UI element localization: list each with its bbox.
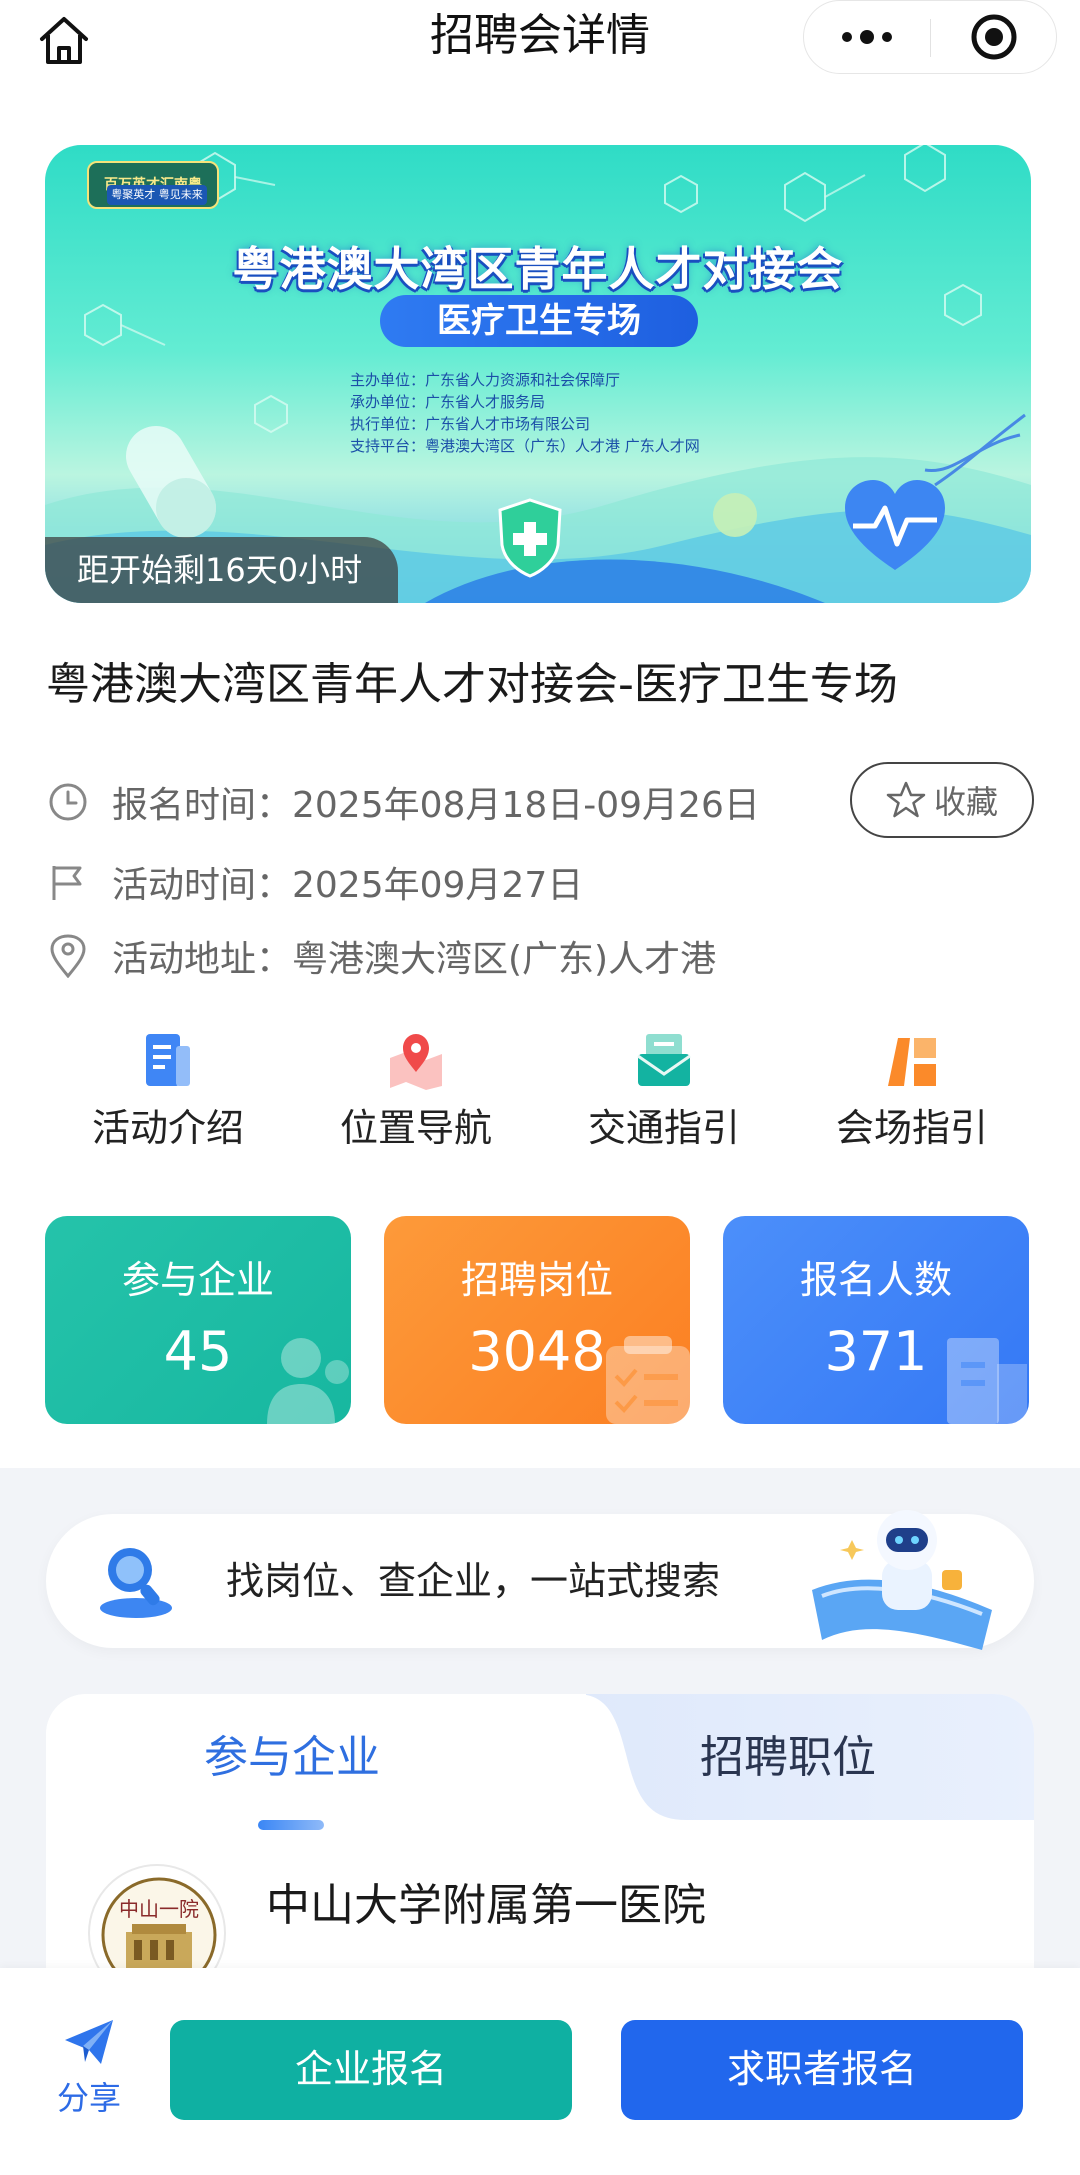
organizer-line: 支持平台：粤港澳大湾区（广东）人才港 广东人才网: [350, 437, 700, 455]
stat-label: 招聘岗位: [460, 1258, 613, 1302]
countdown-badge: 距开始剩16天0小时: [45, 537, 399, 603]
stat-label: 参与企业: [121, 1258, 274, 1302]
clipboard-icon: [606, 1336, 690, 1424]
star-icon: [886, 781, 926, 818]
quick-action-label: 活动介绍: [91, 1106, 244, 1150]
stat-card-positions[interactable]: 招聘岗位 3048: [384, 1216, 690, 1424]
registration-time: 报名时间：2025年08月18日-09月26日: [112, 785, 760, 826]
stat-card-companies[interactable]: 参与企业 45: [45, 1216, 351, 1424]
activity-time: 活动时间：2025年09月27日: [112, 865, 584, 906]
map-pin-icon: [386, 1030, 446, 1090]
address-row: 活动地址：粤港澳大湾区(广东)人才港: [46, 928, 716, 984]
envelope-icon: [634, 1030, 694, 1090]
tab-positions[interactable]: 招聘职位: [700, 1728, 876, 1788]
active-tab-indicator: [258, 1820, 324, 1830]
stat-card-registrations[interactable]: 报名人数 371: [723, 1216, 1029, 1424]
quick-action-navigation[interactable]: 位置导航: [306, 1030, 526, 1170]
banner-title: 粤港澳大湾区青年人才对接会: [232, 242, 844, 296]
location-pin-icon: [46, 934, 90, 978]
robot-mascot-icon: [802, 1500, 1012, 1664]
organizer-line: 承办单位：广东省人才服务局: [350, 393, 546, 411]
organizer-line: 主办单位：广东省人力资源和社会保障厅: [350, 371, 621, 389]
activity-address: 活动地址：粤港澳大湾区(广东)人才港: [112, 939, 717, 980]
more-dots-icon[interactable]: [804, 1, 930, 73]
company-name: 中山大学附属第一医院: [266, 1880, 706, 1931]
organizer-line: 执行单位：广东省人才市场有限公司: [350, 415, 591, 433]
event-banner: 百万英才汇南粤 粤聚英才 粤见未来 粤港澳大湾区青年人才对接会 医疗卫生专场 主…: [45, 145, 1031, 603]
tab-companies[interactable]: 参与企业: [204, 1728, 380, 1788]
favorite-button[interactable]: 收藏: [850, 762, 1034, 838]
quick-action-label: 会场指引: [835, 1106, 988, 1150]
quick-action-label: 交通指引: [587, 1106, 740, 1150]
favorite-label: 收藏: [933, 783, 998, 821]
search-prompt: 找岗位、查企业，一站式搜索: [226, 1559, 721, 1603]
banner-organizers: 主办单位：广东省人力资源和社会保障厅 承办单位：广东省人才服务局 执行单位：广东…: [350, 369, 700, 457]
quick-action-venue[interactable]: 会场指引: [802, 1030, 1022, 1170]
flag-icon: [46, 860, 90, 904]
company-signup-button[interactable]: 企业报名: [170, 2020, 572, 2120]
nav-bar: 招聘会详情: [0, 0, 1080, 80]
document-icon: [138, 1030, 198, 1090]
people-icon: [267, 1338, 349, 1424]
clock-icon: [46, 780, 90, 824]
share-button[interactable]: 分享: [46, 2016, 132, 2118]
quick-action-label: 位置导航: [339, 1106, 492, 1150]
share-label: 分享: [56, 2079, 121, 2117]
miniprogram-capsule: [803, 0, 1057, 74]
bottom-action-bar: 分享 企业报名 求职者报名: [0, 1968, 1080, 2175]
banner-logo-subtext: 粤聚英才 粤见未来: [107, 185, 207, 205]
building-icon: [947, 1338, 1027, 1424]
search-icon: [94, 1540, 178, 1628]
venue-map-icon: [882, 1030, 942, 1090]
banner-subtitle: 医疗卫生专场: [380, 295, 698, 347]
event-title: 粤港澳大湾区青年人才对接会-医疗卫生专场: [46, 659, 898, 710]
activity-time-row: 活动时间：2025年09月27日: [46, 854, 583, 910]
company-logo-text: 中山一院: [119, 1897, 199, 1921]
search-entry[interactable]: 找岗位、查企业，一站式搜索: [46, 1510, 1034, 1650]
stat-label: 报名人数: [799, 1258, 952, 1302]
registration-time-row: 报名时间：2025年08月18日-09月26日: [46, 774, 760, 830]
quick-action-transport[interactable]: 交通指引: [554, 1030, 774, 1170]
paper-plane-icon: [65, 2020, 113, 2064]
company-list-item[interactable]: 中山一院 中山大学附属第一医院: [46, 1864, 1034, 2002]
jobseeker-signup-button[interactable]: 求职者报名: [621, 2020, 1023, 2120]
tab-curve: [576, 1694, 686, 1820]
quick-action-intro[interactable]: 活动介绍: [58, 1030, 278, 1170]
record-target-icon[interactable]: [931, 1, 1057, 73]
